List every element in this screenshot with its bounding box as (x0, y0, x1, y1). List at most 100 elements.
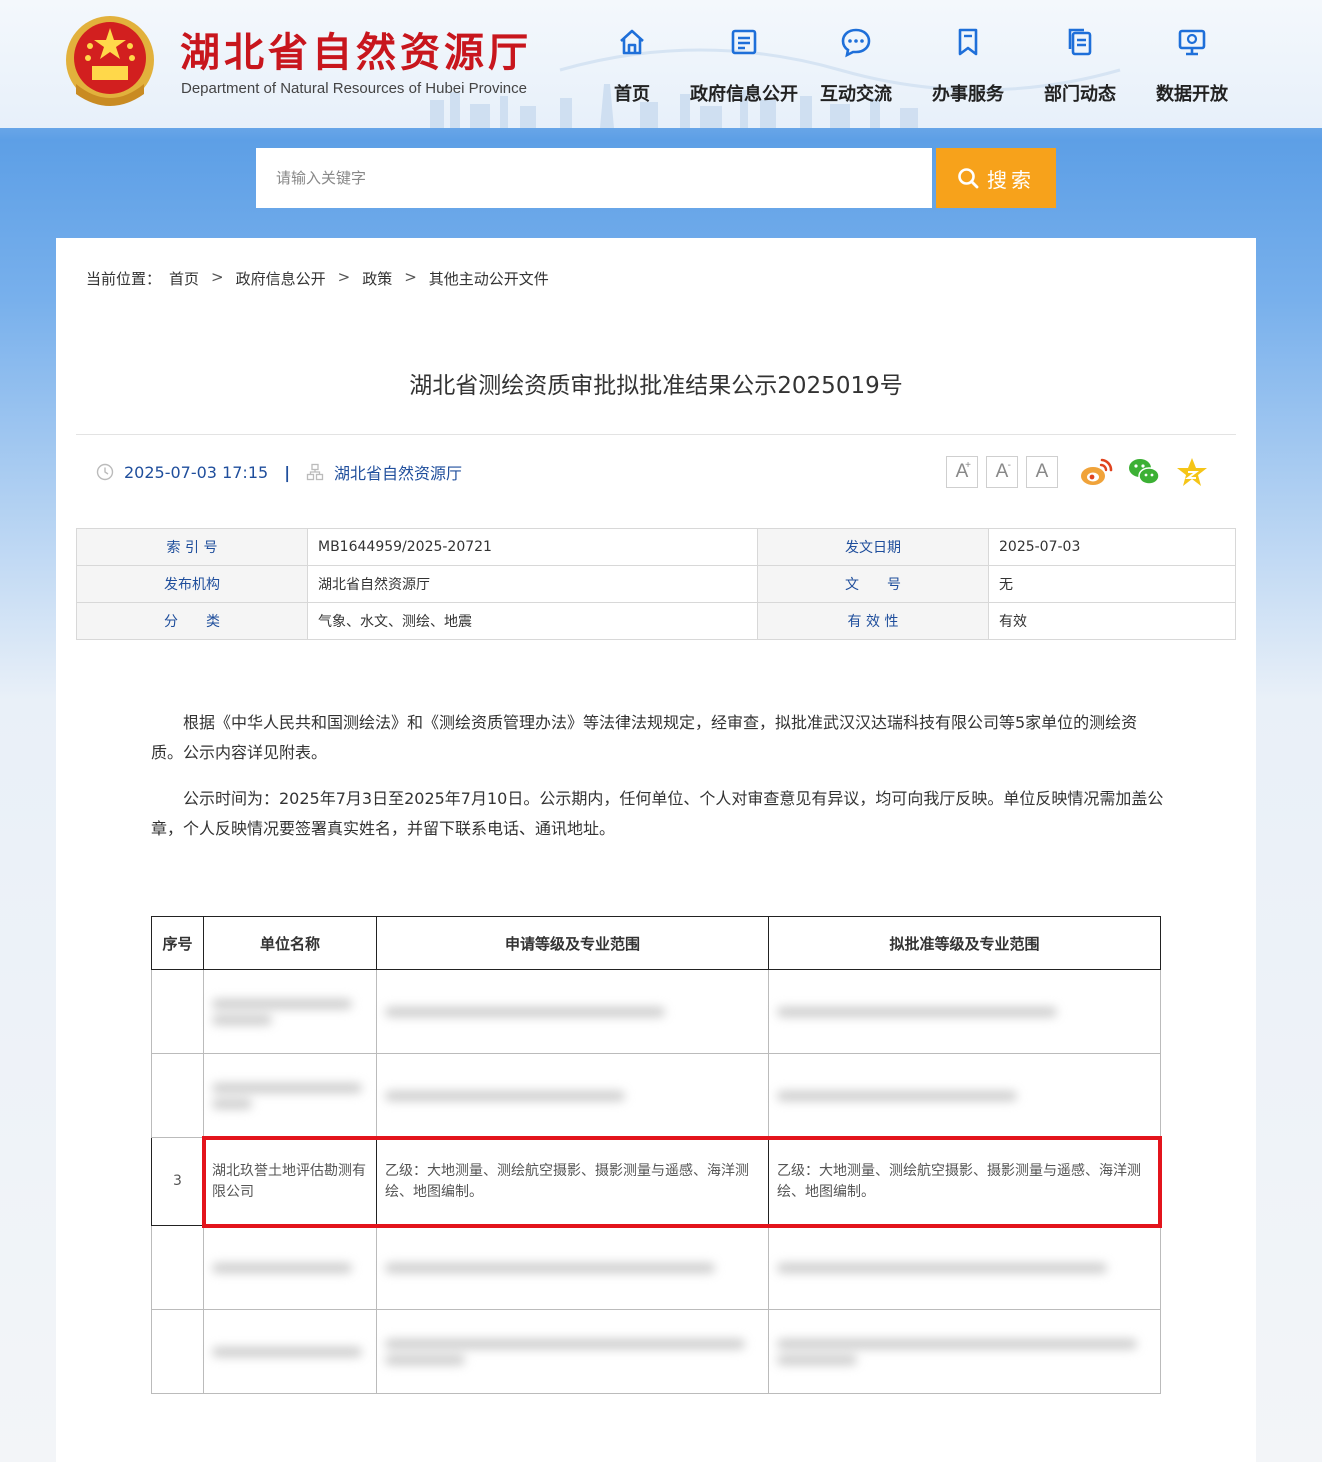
info-label: 发文日期 (757, 528, 989, 566)
annex-applied-scope: 乙级：大地测量、测绘航空摄影、摄影测量与遥感、海洋测绘、地图编制。 (376, 1137, 769, 1226)
redacted-cell (768, 1225, 1161, 1310)
info-row: 发布机构 湖北省自然资源厅 文 号 无 (76, 565, 1236, 603)
publisher: 湖北省自然资源厅 (334, 464, 463, 483)
annex-row-redacted (151, 1309, 1161, 1394)
info-label: 有 效 性 (757, 602, 989, 640)
content-panel: 当前位置： 首页 > 政府信息公开 > 政策 > 其他主动公开文件 湖北省测绘资… (56, 238, 1256, 1462)
annex-header: 申请等级及专业范围 (376, 916, 769, 970)
organization-icon (306, 463, 324, 481)
annex-row-redacted (151, 1053, 1161, 1138)
breadcrumb-gov-info[interactable]: 政府信息公开 (236, 268, 326, 289)
redacted-cell (768, 1053, 1161, 1138)
body-paragraph: 公示时间为：2025年7月3日至2025年7月10日。公示期内，任何单位、个人对… (151, 789, 1164, 838)
nav-item-gov-info[interactable]: 政府信息公开 (688, 22, 800, 112)
info-value: 有效 (988, 602, 1236, 640)
annex-row-redacted (151, 969, 1161, 1054)
site-title: 湖北省自然资源厅 (180, 29, 532, 76)
document-info-table: 索 引 号 MB1644959/2025-20721 发文日期 2025-07-… (76, 528, 1236, 640)
search-icon (958, 168, 979, 189)
font-reset-button[interactable]: A (1026, 456, 1058, 488)
annex-table: 序号 单位名称 申请等级及专业范围 拟批准等级及专业范围 3 湖北玖誉土地评估勘… (151, 916, 1161, 1394)
font-increase-button[interactable]: A + (946, 456, 978, 488)
breadcrumb-other-files[interactable]: 其他主动公开文件 (429, 268, 549, 289)
data-screen-icon (1178, 29, 1206, 56)
body-paragraph: 根据《中华人民共和国测绘法》和《测绘资质管理办法》等法律法规规定，经审查，拟批准… (151, 713, 1138, 762)
article-title: 湖北省测绘资质审批拟批准结果公示2025019号 (409, 373, 903, 399)
nav-label: 互动交流 (820, 84, 892, 105)
nav-label: 数据开放 (1156, 84, 1228, 105)
redacted-cell (376, 1309, 769, 1394)
info-value: 2025-07-03 (988, 528, 1236, 566)
search-input[interactable] (256, 148, 932, 208)
nav-item-news[interactable]: 部门动态 (1024, 22, 1136, 112)
nav-item-services[interactable]: 办事服务 (912, 22, 1024, 112)
nav-item-home[interactable]: 首页 (576, 22, 688, 112)
breadcrumb-separator: > (337, 268, 351, 286)
annex-company-name: 湖北玖誉土地评估勘测有限公司 (203, 1137, 377, 1226)
info-value: 无 (988, 565, 1236, 603)
redacted-cell (768, 969, 1161, 1054)
redacted-cell (151, 1053, 204, 1138)
breadcrumb-policy[interactable]: 政策 (362, 268, 392, 289)
nav-label: 首页 (614, 84, 650, 105)
breadcrumb-prefix: 当前位置： (86, 270, 162, 288)
redacted-cell (376, 969, 769, 1054)
nav-label: 办事服务 (932, 84, 1004, 105)
info-value: MB1644959/2025-20721 (307, 528, 758, 566)
clock-icon (96, 463, 114, 481)
info-row: 分 类 气象、水文、测绘、地震 有 效 性 有效 (76, 602, 1236, 640)
wechat-icon[interactable] (1126, 454, 1162, 490)
annex-header: 序号 (151, 916, 204, 970)
info-label: 索 引 号 (76, 528, 308, 566)
weibo-icon[interactable] (1078, 454, 1114, 490)
breadcrumb-home[interactable]: 首页 (169, 268, 199, 289)
meta-divider: | (284, 462, 291, 482)
info-label: 分 类 (76, 602, 308, 640)
breadcrumb: 当前位置： 首页 > 政府信息公开 > 政策 > 其他主动公开文件 (86, 268, 549, 289)
nav-label: 部门动态 (1044, 84, 1116, 105)
divider (76, 434, 1236, 435)
national-emblem-logo (66, 16, 154, 106)
redacted-cell (203, 1053, 377, 1138)
annex-header: 拟批准等级及专业范围 (768, 916, 1161, 970)
search-button-label: 搜索 (987, 169, 1035, 192)
annex-row-redacted (151, 1225, 1161, 1310)
favorite-star-icon[interactable] (1174, 454, 1210, 490)
annex-header: 单位名称 (203, 916, 377, 970)
bookmark-icon (958, 28, 978, 56)
main-nav: 首页 政府信息公开 互动交流 办事服务 部门动态 数据开放 (576, 22, 1248, 112)
copy-document-icon (1068, 28, 1092, 56)
annex-row: 3 湖北玖誉土地评估勘测有限公司 乙级：大地测量、测绘航空摄影、摄影测量与遥感、… (151, 1137, 1161, 1226)
publish-datetime: 2025-07-03 17:15 (124, 462, 269, 482)
nav-label: 政府信息公开 (690, 84, 798, 105)
info-label: 文 号 (757, 565, 989, 603)
annex-header-row: 序号 单位名称 申请等级及专业范围 拟批准等级及专业范围 (151, 916, 1161, 970)
home-icon (620, 29, 644, 55)
annex-row-index: 3 (151, 1137, 204, 1226)
site-subtitle: Department of Natural Resources of Hubei… (181, 80, 527, 97)
redacted-cell (151, 1225, 204, 1310)
info-label: 发布机构 (76, 565, 308, 603)
info-value: 气象、水文、测绘、地震 (307, 602, 758, 640)
nav-item-open-data[interactable]: 数据开放 (1136, 22, 1248, 112)
redacted-cell (203, 1309, 377, 1394)
nav-item-interaction[interactable]: 互动交流 (800, 22, 912, 112)
search-button[interactable]: 搜索 (936, 148, 1056, 208)
article-body: 根据《中华人民共和国测绘法》和《测绘资质管理办法》等法律法规规定，经审查，拟批准… (151, 708, 1166, 860)
breadcrumb-separator: > (211, 268, 224, 286)
redacted-cell (376, 1053, 769, 1138)
font-button-label: A (995, 461, 1009, 482)
document-icon (731, 29, 757, 55)
breadcrumb-separator: > (404, 268, 417, 286)
font-decrease-button[interactable]: A- (986, 456, 1018, 488)
redacted-cell (151, 1309, 204, 1394)
info-value: 湖北省自然资源厅 (307, 565, 758, 603)
font-button-label: A (1035, 461, 1049, 482)
chat-bubble-icon (841, 28, 871, 58)
redacted-cell (203, 969, 377, 1054)
article-tools: A + A- A (946, 454, 1210, 490)
info-row: 索 引 号 MB1644959/2025-20721 发文日期 2025-07-… (76, 528, 1236, 566)
redacted-cell (376, 1225, 769, 1310)
annex-approved-scope: 乙级：大地测量、测绘航空摄影、摄影测量与遥感、海洋测绘、地图编制。 (768, 1137, 1161, 1226)
annex-table-wrapper: 序号 单位名称 申请等级及专业范围 拟批准等级及专业范围 3 湖北玖誉土地评估勘… (151, 916, 1162, 1394)
